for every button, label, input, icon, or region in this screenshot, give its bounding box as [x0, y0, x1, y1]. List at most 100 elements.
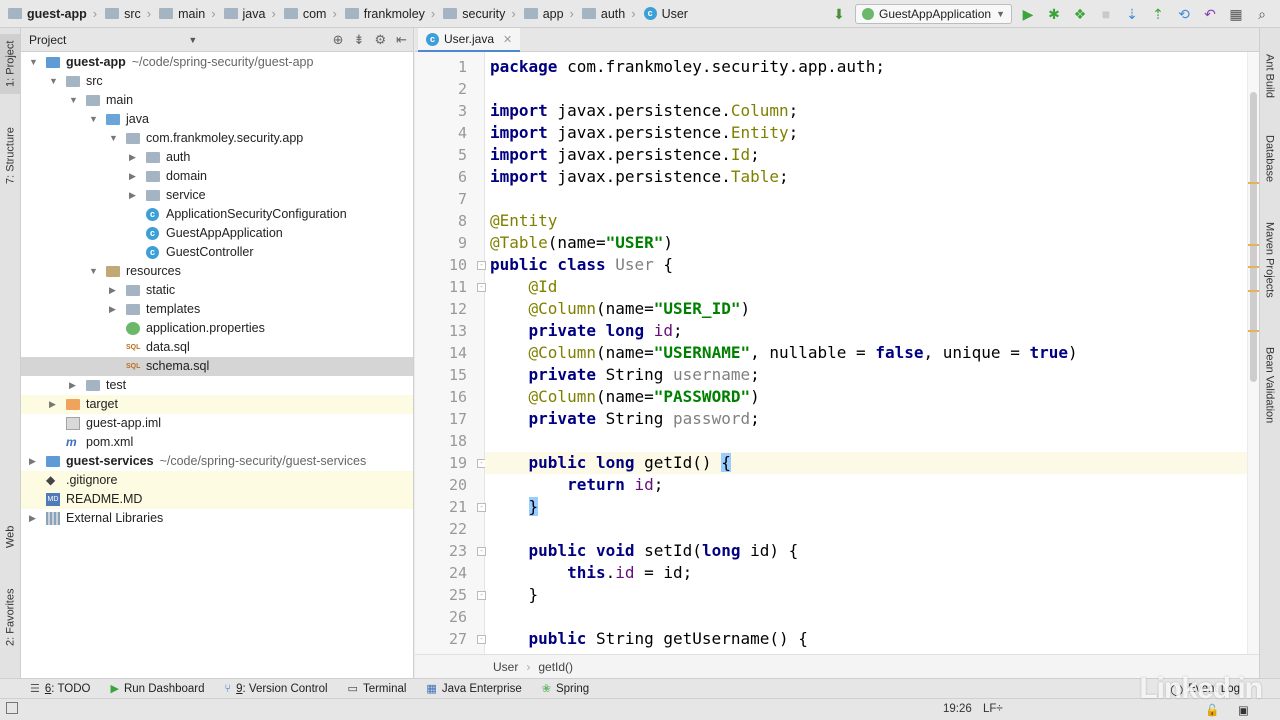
project-panel-title[interactable]: Project	[29, 33, 66, 47]
vcs-update-icon[interactable]: ⇣	[1122, 4, 1142, 24]
tree-item[interactable]: ▶ static	[21, 281, 413, 300]
fold-marker-icon[interactable]: -	[477, 459, 486, 468]
locate-icon[interactable]: ⊕	[333, 32, 344, 48]
chevron-right-icon[interactable]: ▶	[129, 167, 139, 186]
editor-breadcrumb-method[interactable]: getId()	[538, 660, 573, 674]
line-number[interactable]: 12	[415, 298, 467, 320]
tree-item[interactable]: ▶ External Libraries	[21, 509, 413, 528]
chevron-down-icon[interactable]: ▼	[109, 129, 119, 148]
maven-projects-tool-tab[interactable]: Maven Projects	[1259, 210, 1280, 310]
chevron-right-icon[interactable]: ▶	[29, 452, 39, 471]
tree-item[interactable]: ▼ main	[21, 91, 413, 110]
code-line[interactable]: @Table(name="USER")	[490, 232, 673, 254]
tree-item[interactable]: ◆ .gitignore	[21, 471, 413, 490]
tree-item[interactable]: ▼ src	[21, 72, 413, 91]
breadcrumb-item[interactable]: guest-app ›	[4, 0, 101, 28]
search-icon[interactable]: ⌕	[1252, 4, 1272, 24]
line-number[interactable]: 27	[415, 628, 467, 650]
chevron-down-icon[interactable]: ▼	[29, 53, 39, 72]
line-number[interactable]: 20	[415, 474, 467, 496]
tree-item[interactable]: ▶ domain	[21, 167, 413, 186]
run-configuration-select[interactable]: GuestAppApplication ▼	[855, 4, 1012, 24]
breadcrumb-item[interactable]: c User	[640, 0, 692, 28]
chevron-down-icon[interactable]: ▼	[89, 110, 99, 129]
line-number[interactable]: 19	[415, 452, 467, 474]
fold-marker-icon[interactable]: -	[477, 283, 486, 292]
code-line[interactable]: }	[490, 496, 539, 518]
tool-window-button[interactable]: ▭ Terminal	[338, 679, 417, 699]
build-icon[interactable]: ⬇	[829, 4, 849, 24]
bean-validation-tool-tab[interactable]: Bean Validation	[1259, 330, 1280, 440]
database-tool-tab[interactable]: Database	[1259, 124, 1280, 194]
line-number[interactable]: 2	[415, 78, 467, 100]
caret-position[interactable]: 19:26	[943, 703, 972, 715]
chevron-right-icon[interactable]: ▶	[109, 281, 119, 300]
tool-window-button[interactable]: ▶ Run Dashboard	[100, 679, 214, 699]
line-number[interactable]: 3	[415, 100, 467, 122]
chevron-down-icon[interactable]: ▼	[188, 35, 197, 45]
line-number[interactable]: 10	[415, 254, 467, 276]
tree-item[interactable]: ▼ com.frankmoley.security.app	[21, 129, 413, 148]
hide-panel-icon[interactable]: ⇤	[396, 32, 407, 48]
code-line[interactable]: @Entity	[490, 210, 557, 232]
chevron-right-icon[interactable]: ▶	[129, 186, 139, 205]
code-line[interactable]: import javax.persistence.Table;	[490, 166, 789, 188]
line-number[interactable]: 24	[415, 562, 467, 584]
collapse-all-icon[interactable]: ⇟	[354, 32, 365, 48]
breadcrumb-item[interactable]: src ›	[101, 0, 155, 28]
tree-item[interactable]: ▶ templates	[21, 300, 413, 319]
editor-scrollbar[interactable]	[1247, 52, 1260, 654]
tree-item[interactable]: application.properties	[21, 319, 413, 338]
line-number[interactable]: 9	[415, 232, 467, 254]
fold-marker-icon[interactable]: -	[477, 261, 486, 270]
code-line[interactable]: @Id	[490, 276, 558, 298]
code-line[interactable]: @Column(name="PASSWORD")	[490, 386, 760, 408]
line-number[interactable]: 18	[415, 430, 467, 452]
tool-windows-toggle-icon[interactable]	[6, 702, 18, 714]
chevron-right-icon[interactable]: ▶	[109, 300, 119, 319]
line-number[interactable]: 5	[415, 144, 467, 166]
editor-breadcrumb-class[interactable]: User	[493, 660, 518, 674]
favorites-tool-tab[interactable]: 2: Favorites	[0, 584, 21, 650]
line-number[interactable]: 17	[415, 408, 467, 430]
chevron-right-icon[interactable]: ▶	[49, 395, 59, 414]
tree-item[interactable]: c ApplicationSecurityConfiguration	[21, 205, 413, 224]
line-separator[interactable]: LF÷	[983, 703, 1003, 715]
breadcrumb-item[interactable]: auth ›	[578, 0, 640, 28]
tree-item[interactable]: ▶ service	[21, 186, 413, 205]
code-line[interactable]: import javax.persistence.Id;	[490, 144, 760, 166]
line-number[interactable]: 16	[415, 386, 467, 408]
scrollbar-thumb[interactable]	[1250, 92, 1257, 382]
chevron-right-icon[interactable]: ▶	[129, 148, 139, 167]
breadcrumb-item[interactable]: main ›	[155, 0, 219, 28]
chevron-right-icon[interactable]: ▶	[69, 376, 79, 395]
vcs-history-icon[interactable]: ⟲	[1174, 4, 1194, 24]
code-line[interactable]: public long getId() {	[490, 452, 731, 474]
code-line[interactable]: import javax.persistence.Entity;	[490, 122, 798, 144]
web-tool-tab[interactable]: Web	[0, 520, 21, 554]
code-line[interactable]: @Column(name="USERNAME", nullable = fals…	[490, 342, 1078, 364]
editor-tab-user-java[interactable]: c User.java ✕	[418, 28, 521, 52]
tool-window-button[interactable]: ❀ Spring	[532, 679, 599, 699]
run-icon[interactable]: ▶	[1018, 4, 1038, 24]
tree-item[interactable]: c GuestAppApplication	[21, 224, 413, 243]
gear-icon[interactable]: ⚙	[374, 32, 386, 48]
line-number[interactable]: 13	[415, 320, 467, 342]
tree-item[interactable]: ▼ resources	[21, 262, 413, 281]
close-icon[interactable]: ✕	[503, 33, 512, 46]
line-number[interactable]: 25	[415, 584, 467, 606]
line-number[interactable]: 21	[415, 496, 467, 518]
line-number[interactable]: 7	[415, 188, 467, 210]
line-number[interactable]: 26	[415, 606, 467, 628]
tool-window-button[interactable]: ▦ Java Enterprise	[416, 679, 531, 699]
code-line[interactable]: this.id = id;	[490, 562, 692, 584]
breadcrumb-item[interactable]: java ›	[220, 0, 280, 28]
chevron-down-icon[interactable]: ▼	[89, 262, 99, 281]
line-number[interactable]: 6	[415, 166, 467, 188]
code-line[interactable]: import javax.persistence.Column;	[490, 100, 798, 122]
project-structure-icon[interactable]: ▦	[1226, 4, 1246, 24]
tree-item[interactable]: c GuestController	[21, 243, 413, 262]
fold-marker-icon[interactable]: -	[477, 503, 486, 512]
line-number[interactable]: 23	[415, 540, 467, 562]
ant-build-tool-tab[interactable]: Ant Build	[1259, 36, 1280, 116]
